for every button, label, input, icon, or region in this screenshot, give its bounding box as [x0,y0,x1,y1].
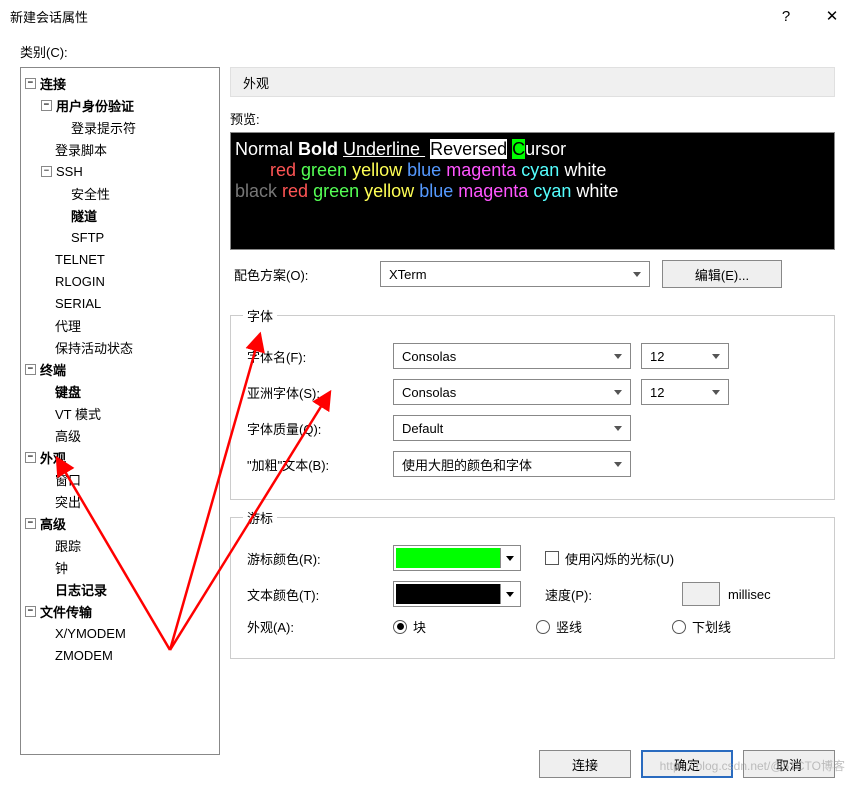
shape-vbar-radio[interactable] [536,620,550,634]
tree-auth[interactable]: −用户身份验证 [21,94,219,116]
bold-text-label: "加粗"文本(B): [243,455,393,474]
asian-font-size-combo[interactable]: 12 [641,379,729,405]
tree-window[interactable]: 窗口 [21,468,219,490]
tree-advanced1[interactable]: 高级 [21,424,219,446]
help-button[interactable]: ? [763,0,809,32]
category-tree[interactable]: −连接 −用户身份验证 登录提示符 登录脚本 −SSH 安全性 隧道 SFTP … [20,67,220,755]
tree-login-script[interactable]: 登录脚本 [21,138,219,160]
scheme-label: 配色方案(O): [230,265,380,284]
tree-advanced2[interactable]: −高级 [21,512,219,534]
close-button[interactable]: ✕ [809,0,855,32]
tree-track[interactable]: 跟踪 [21,534,219,556]
bold-text-combo[interactable]: 使用大胆的颜色和字体 [393,451,631,477]
text-color-button[interactable] [393,581,521,607]
tree-highlight[interactable]: 突出 [21,490,219,512]
font-name-label: 字体名(F): [243,347,393,366]
cursor-group: 游标 游标颜色(R): 使用闪烁的光标(U) 文本颜色(T): 速度(P): m… [230,508,835,659]
tree-security[interactable]: 安全性 [21,182,219,204]
blink-label: 使用闪烁的光标(U) [565,549,674,568]
category-label: 类别(C): [0,32,855,67]
tree-appearance[interactable]: −外观 [21,446,219,468]
speed-input[interactable] [682,582,720,606]
window-title: 新建会话属性 [10,7,763,26]
tree-keepalive[interactable]: 保持活动状态 [21,336,219,358]
asian-font-label: 亚洲字体(S): [243,383,393,402]
shape-underline-radio[interactable] [672,620,686,634]
collapse-icon[interactable]: − [25,78,36,89]
tree-connection[interactable]: −连接 [21,72,219,94]
preview-label: 预览: [230,109,835,128]
cursor-color-label: 游标颜色(R): [243,549,393,568]
tree-serial[interactable]: SERIAL [21,292,219,314]
collapse-icon[interactable]: − [25,606,36,617]
tree-keyboard[interactable]: 键盘 [21,380,219,402]
tree-login-prompt[interactable]: 登录提示符 [21,116,219,138]
font-quality-combo[interactable]: Default [393,415,631,441]
tree-bell[interactable]: 钟 [21,556,219,578]
cursor-shape-label: 外观(A): [243,617,393,636]
tree-proxy[interactable]: 代理 [21,314,219,336]
shape-block-radio[interactable] [393,620,407,634]
scheme-edit-button[interactable]: 编辑(E)... [662,260,782,288]
color-preview: Normal Bold Underline Reversed Cursor re… [230,132,835,250]
cancel-button[interactable]: 取消 [743,750,835,778]
speed-label: 速度(P): [545,585,592,604]
tree-telnet[interactable]: TELNET [21,248,219,270]
collapse-icon[interactable]: − [41,166,52,177]
ok-button[interactable]: 确定 [641,750,733,778]
tree-terminal[interactable]: −终端 [21,358,219,380]
tree-vt[interactable]: VT 模式 [21,402,219,424]
scheme-combo[interactable]: XTerm [380,261,650,287]
collapse-icon[interactable]: − [25,364,36,375]
font-name-combo[interactable]: Consolas [393,343,631,369]
tree-ssh[interactable]: −SSH [21,160,219,182]
font-quality-label: 字体质量(Q): [243,419,393,438]
font-group: 字体 字体名(F): Consolas 12 亚洲字体(S): Consolas… [230,306,835,500]
collapse-icon[interactable]: − [25,518,36,529]
blink-checkbox[interactable] [545,551,559,565]
tree-log[interactable]: 日志记录 [21,578,219,600]
text-color-label: 文本颜色(T): [243,585,393,604]
asian-font-combo[interactable]: Consolas [393,379,631,405]
connect-button[interactable]: 连接 [539,750,631,778]
collapse-icon[interactable]: − [25,452,36,463]
cursor-color-button[interactable] [393,545,521,571]
tree-sftp[interactable]: SFTP [21,226,219,248]
tree-rlogin[interactable]: RLOGIN [21,270,219,292]
tree-xymodem[interactable]: X/YMODEM [21,622,219,644]
tab-appearance: 外观 [230,67,835,97]
tree-tunnel[interactable]: 隧道 [21,204,219,226]
speed-unit: millisec [728,587,771,602]
collapse-icon[interactable]: − [41,100,52,111]
tree-filetransfer[interactable]: −文件传输 [21,600,219,622]
font-size-combo[interactable]: 12 [641,343,729,369]
tree-zmodem[interactable]: ZMODEM [21,644,219,666]
